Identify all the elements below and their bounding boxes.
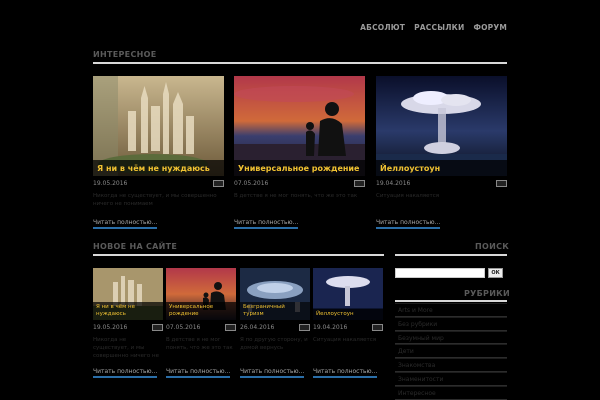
card-title[interactable]: Универсальное рождение bbox=[166, 302, 236, 320]
post-date: 26.04.2016 bbox=[240, 324, 275, 331]
latest-image-sunset[interactable]: Универсальное рождение bbox=[166, 268, 236, 320]
card-title[interactable]: Йеллоустоун bbox=[376, 160, 507, 176]
comment-count[interactable] bbox=[496, 180, 507, 187]
read-more-link[interactable]: Читать полностью... bbox=[93, 368, 158, 378]
search-input[interactable] bbox=[395, 268, 485, 278]
post-excerpt: В детстве я не мог понять, что же это та… bbox=[234, 193, 358, 199]
post-date: 19.05.2016 bbox=[93, 324, 128, 331]
category-item[interactable]: Arts и More bbox=[395, 303, 507, 317]
category-item[interactable]: Интересное bbox=[395, 385, 507, 400]
latest-card: Йеллоустоун 19.04.2016 Ситуация накаляет… bbox=[313, 268, 383, 378]
latest-divider bbox=[93, 254, 384, 256]
nav-link-forum[interactable]: ФОРУМ bbox=[473, 23, 507, 32]
rubrics-divider bbox=[395, 300, 507, 302]
category-item[interactable]: Дети bbox=[395, 344, 507, 359]
nav-link-rassylki[interactable]: РАССЫЛКИ bbox=[414, 23, 464, 32]
post-date: 19.04.2016 bbox=[376, 180, 411, 187]
post-date: 07.05.2016 bbox=[234, 180, 269, 187]
category-item[interactable]: Знакомства bbox=[395, 358, 507, 372]
comment-count[interactable] bbox=[354, 180, 365, 187]
read-more-link[interactable]: Читать полностью... bbox=[313, 368, 378, 378]
comment-count[interactable] bbox=[372, 324, 383, 331]
search-button[interactable]: ОК bbox=[488, 268, 503, 278]
featured-card: Йеллоустоун 19.04.2016 Ситуация накаляет… bbox=[376, 76, 507, 229]
featured-divider bbox=[93, 62, 507, 64]
latest-section-title: НОВОЕ НА САЙТЕ bbox=[93, 242, 178, 251]
featured-section-title: ИНТЕРЕСНОЕ bbox=[93, 50, 157, 59]
latest-card: Я ни в чём не нуждаюсь 19.05.2016 Никогд… bbox=[93, 268, 163, 378]
top-navigation: АБСОЛЮТ РАССЫЛКИ ФОРУМ bbox=[360, 23, 507, 32]
comment-count[interactable] bbox=[213, 180, 224, 187]
search-divider bbox=[395, 254, 507, 256]
featured-image-castle[interactable]: Я ни в чём не нуждаюсь bbox=[93, 76, 224, 176]
card-title[interactable]: Безграничный туризм bbox=[240, 302, 310, 320]
nav-link-absolut[interactable]: АБСОЛЮТ bbox=[360, 23, 405, 32]
featured-card: Универсальное рождение 07.05.2016 В детс… bbox=[234, 76, 365, 229]
post-date: 19.04.2016 bbox=[313, 324, 348, 331]
read-more-link[interactable]: Читать полностью... bbox=[166, 368, 231, 378]
post-date: 07.05.2016 bbox=[166, 324, 201, 331]
category-item[interactable]: Без рубрики bbox=[395, 316, 507, 331]
rubrics-widget-title: РУБРИКИ bbox=[464, 289, 511, 298]
read-more-link[interactable]: Читать полностью... bbox=[376, 219, 441, 229]
post-excerpt: Никогда не существует, и мы совершенно н… bbox=[93, 193, 217, 207]
post-excerpt: Ситуация накаляется bbox=[376, 193, 440, 199]
category-item[interactable]: Знаменитости bbox=[395, 371, 507, 386]
post-excerpt: Ситуация накаляется bbox=[313, 337, 377, 343]
comment-count[interactable] bbox=[225, 324, 236, 331]
card-title[interactable]: Я ни в чём не нуждаюсь bbox=[93, 160, 224, 176]
comment-count[interactable] bbox=[299, 324, 310, 331]
post-excerpt: В детстве я не мог понять, что же это та… bbox=[166, 337, 233, 351]
featured-image-sunset[interactable]: Универсальное рождение bbox=[234, 76, 365, 176]
post-excerpt: Никогда не существует, и мы совершенно н… bbox=[93, 337, 160, 358]
post-date: 19.05.2016 bbox=[93, 180, 128, 187]
latest-image-castle[interactable]: Я ни в чём не нуждаюсь bbox=[93, 268, 163, 320]
latest-card: Универсальное рождение 07.05.2016 В детс… bbox=[166, 268, 236, 378]
category-list: Arts и More Без рубрики Безумный мир Дет… bbox=[395, 303, 507, 400]
read-more-link[interactable]: Читать полностью... bbox=[240, 368, 305, 378]
latest-card: Безграничный туризм 26.04.2016 Я по друг… bbox=[240, 268, 310, 378]
read-more-link[interactable]: Читать полностью... bbox=[234, 219, 299, 229]
category-item[interactable]: Безумный мир bbox=[395, 330, 507, 345]
post-excerpt: Я по другую сторону, и домой вернусь bbox=[240, 337, 308, 351]
latest-image-eruption[interactable]: Йеллоустоун bbox=[313, 268, 383, 320]
search-widget-title: ПОИСК bbox=[475, 242, 510, 251]
card-title[interactable]: Йеллоустоун bbox=[313, 309, 383, 320]
latest-image-tourism[interactable]: Безграничный туризм bbox=[240, 268, 310, 320]
featured-image-eruption[interactable]: Йеллоустоун bbox=[376, 76, 507, 176]
card-title[interactable]: Я ни в чём не нуждаюсь bbox=[93, 302, 163, 320]
featured-card: Я ни в чём не нуждаюсь 19.05.2016 Никогд… bbox=[93, 76, 224, 229]
read-more-link[interactable]: Читать полностью... bbox=[93, 219, 158, 229]
card-title[interactable]: Универсальное рождение bbox=[234, 160, 365, 176]
comment-count[interactable] bbox=[152, 324, 163, 331]
